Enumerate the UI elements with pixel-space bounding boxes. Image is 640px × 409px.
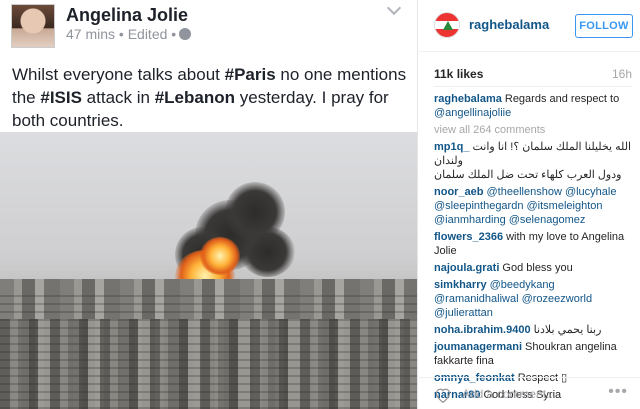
view-all-comments-link[interactable]: view all 264 comments — [434, 123, 634, 137]
comment-user[interactable]: flowers_2366 — [434, 231, 503, 243]
chevron-down-icon — [386, 0, 402, 16]
comment: noha.ibrahim.9400 ربنا يحمي بلادنا — [434, 323, 634, 337]
add-comment-input[interactable]: Add a comment... — [462, 387, 556, 401]
divider — [434, 86, 632, 87]
comment: simkharry @beedykang @ramanidhaliwal @roz… — [434, 278, 634, 320]
comment: flowers_2366 with my love to Angelina Jol… — [434, 230, 634, 258]
author-photo — [11, 4, 55, 48]
comment-user[interactable]: raghebalama — [434, 93, 502, 105]
comment: noor_aeb @theellenshow @lucyhale @sleepin… — [434, 185, 634, 227]
hashtag: #ISIS — [40, 88, 82, 107]
comment-text: ودول العرب كلهاء تحت ضل الملك سلمان — [434, 169, 622, 181]
comment: joumanagermani Shoukran angelina fakkarte… — [434, 340, 634, 368]
post-text: Whilst everyone talks about #Paris no on… — [12, 63, 412, 132]
comment-user[interactable]: joumanagermani — [434, 341, 522, 353]
comment-text: God bless you — [502, 262, 573, 274]
post-timestamp[interactable]: 16h — [612, 67, 632, 81]
comment-list: raghebalama Regards and respect to @angel… — [434, 92, 634, 405]
comment-items: mp1q_ الله يخليلنا الملك سلمان ؟! انا وان… — [434, 140, 634, 402]
explosion-photo — [0, 132, 417, 409]
author-name: Angelina Jolie — [66, 5, 189, 25]
building-windows — [0, 289, 417, 409]
comment-text: ربنا يحمي بلادنا — [533, 324, 602, 336]
post-image[interactable]: Angelina Jolie 47 mins • Edited • Whilst… — [0, 0, 418, 409]
comment-text: Regards and respect to — [504, 93, 620, 105]
comment: najoula.grati God bless you — [434, 261, 634, 275]
username-link[interactable]: raghebalama — [469, 17, 549, 32]
post-text-fragment: Whilst everyone talks about — [12, 65, 225, 84]
post-stats: 11k likes 16h — [434, 62, 632, 82]
post-header: raghebalama FOLLOW — [419, 0, 640, 52]
follow-button[interactable]: FOLLOW — [575, 14, 633, 38]
post-meta-text: 47 mins • Edited • — [66, 26, 177, 42]
comment-user[interactable]: noor_aeb — [434, 186, 484, 198]
comment-user[interactable]: noha.ibrahim.9400 — [434, 324, 531, 336]
comment: mp1q_ الله يخليلنا الملك سلمان ؟! انا وان… — [434, 140, 634, 182]
fb-post-header: Angelina Jolie 47 mins • Edited • — [0, 0, 417, 56]
comment-bar: Add a comment... ••• — [419, 377, 640, 409]
hashtag: #Paris — [224, 65, 276, 84]
heart-icon[interactable] — [434, 387, 452, 403]
comment-user[interactable]: simkharry — [434, 279, 487, 291]
hashtag: #Lebanon — [154, 88, 236, 107]
smoke-plume — [240, 227, 295, 277]
post-meta: 47 mins • Edited • — [66, 26, 192, 42]
comment-user[interactable]: mp1q_ — [434, 141, 469, 153]
post-sidebar: raghebalama FOLLOW 11k likes 16h ragheba… — [419, 0, 640, 409]
comment-user[interactable]: najoula.grati — [434, 262, 499, 274]
post-text-fragment: attack in — [81, 88, 155, 107]
more-options-icon[interactable]: ••• — [608, 383, 628, 401]
likes-count[interactable]: 11k likes — [434, 67, 483, 81]
mention-link[interactable]: @angellinajoliie — [434, 107, 511, 119]
fireball — [200, 237, 240, 275]
caption: raghebalama Regards and respect to @angel… — [434, 92, 634, 120]
globe-icon — [179, 28, 192, 40]
avatar[interactable] — [434, 12, 460, 38]
cedar-icon — [443, 21, 453, 30]
